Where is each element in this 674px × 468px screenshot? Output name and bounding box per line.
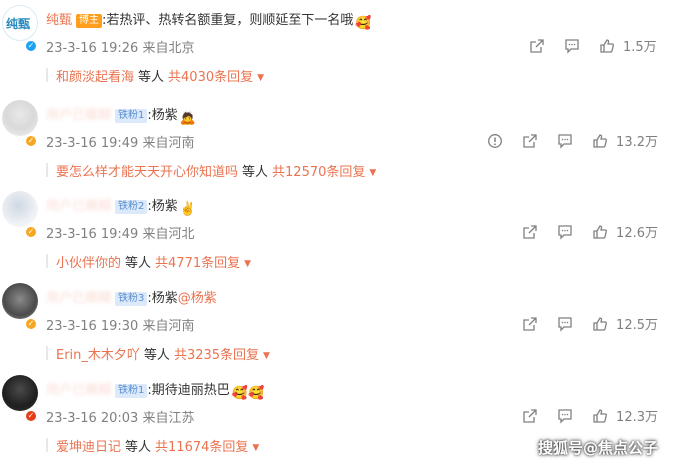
username[interactable]: 用户已模糊 bbox=[46, 291, 111, 306]
reply-others-label: 等人 bbox=[125, 440, 152, 455]
reply-others-label: 等人 bbox=[125, 256, 152, 271]
fan-level-tag: 铁粉1 bbox=[115, 384, 148, 398]
comment-content: 用户已模糊 铁粉1:期待迪丽热巴 🥰🥰 bbox=[46, 382, 264, 402]
avatar[interactable] bbox=[2, 191, 38, 227]
comment-text: :杨紫 bbox=[147, 108, 178, 123]
comment-text: :期待迪丽热巴 bbox=[147, 383, 230, 398]
reply-summary[interactable]: Erin_木木夕吖 等人 共3235条回复 ▼ bbox=[46, 344, 270, 363]
comment-icon[interactable] bbox=[564, 38, 580, 54]
comment-item: ✓ 用户已模糊 铁粉3:杨紫@杨紫 23-3-16 19:30 来自河南 12.5… bbox=[0, 278, 674, 370]
like-count: 12.5万 bbox=[616, 318, 658, 333]
comment-actions: 1.5万 bbox=[510, 36, 658, 55]
reply-summary[interactable]: 和颜淡起看海 等人 共4030条回复 ▼ bbox=[46, 66, 264, 85]
comment-actions: 12.3万 bbox=[503, 406, 658, 425]
reply-summary[interactable]: 小伙伴你的 等人 共4771条回复 ▼ bbox=[46, 252, 251, 271]
verified-badge-icon: ✓ bbox=[25, 318, 37, 330]
reply-others-label: 等人 bbox=[242, 165, 269, 180]
comment-content: 纯甄 博主:若热评、热转名额重复，则顺延至下一名哦 🥰 bbox=[46, 12, 372, 32]
smiling-face-emoji-icon: 🥰 bbox=[355, 16, 372, 31]
verified-badge-icon: ✓ bbox=[25, 410, 37, 422]
comment-text: :若热评、热转名额重复，则顺延至下一名哦 bbox=[102, 13, 354, 28]
comment-content: 用户已模糊 铁粉1:杨紫 🙇 bbox=[46, 107, 196, 127]
comment-text: :杨紫 bbox=[147, 199, 178, 214]
avatar[interactable]: 纯甄 bbox=[2, 5, 38, 41]
share-icon[interactable] bbox=[522, 408, 538, 424]
chevron-down-icon[interactable]: ▼ bbox=[263, 351, 270, 361]
like-count: 12.3万 bbox=[616, 410, 658, 425]
reply-count[interactable]: 共4030条回复 bbox=[168, 70, 253, 85]
reply-username[interactable]: 要怎么样才能天天开心你知道吗 bbox=[56, 165, 238, 180]
avatar[interactable] bbox=[2, 283, 38, 319]
comment-icon[interactable] bbox=[557, 316, 573, 332]
chevron-down-icon[interactable]: ▼ bbox=[257, 73, 264, 83]
comment-meta: 23-3-16 19:49 来自河南 bbox=[46, 136, 195, 151]
comment-item: ✓ 用户已模糊 铁粉1:杨紫 🙇 23-3-16 19:49 来自河南 13.2万 … bbox=[0, 95, 674, 187]
like-icon[interactable] bbox=[599, 38, 615, 54]
fan-level-tag: 铁粉3 bbox=[115, 292, 148, 306]
report-icon[interactable] bbox=[487, 133, 503, 149]
chevron-down-icon[interactable]: ▼ bbox=[369, 168, 376, 178]
like-count: 1.5万 bbox=[623, 40, 657, 55]
reply-summary[interactable]: 爱坤迪日记 等人 共11674条回复 ▼ bbox=[46, 436, 259, 455]
author-tag: 博主 bbox=[76, 14, 103, 28]
reply-count[interactable]: 共4771条回复 bbox=[155, 256, 240, 271]
comment-actions: 12.5万 bbox=[503, 314, 658, 333]
reply-count[interactable]: 共12570条回复 bbox=[272, 165, 365, 180]
share-icon[interactable] bbox=[529, 38, 545, 54]
fan-level-tag: 铁粉2 bbox=[115, 200, 148, 214]
chevron-down-icon[interactable]: ▼ bbox=[244, 259, 251, 269]
username[interactable]: 用户已模糊 bbox=[46, 383, 111, 398]
chevron-down-icon[interactable]: ▼ bbox=[252, 443, 259, 453]
reply-others-label: 等人 bbox=[143, 348, 170, 363]
reply-count[interactable]: 共11674条回复 bbox=[155, 440, 248, 455]
reply-username[interactable]: 爱坤迪日记 bbox=[56, 440, 121, 455]
reply-count[interactable]: 共3235条回复 bbox=[174, 348, 259, 363]
comment-text: :杨紫 bbox=[147, 291, 178, 306]
like-count: 12.6万 bbox=[616, 226, 658, 241]
like-icon[interactable] bbox=[592, 408, 608, 424]
reply-others-label: 等人 bbox=[138, 70, 165, 85]
comment-meta: 23-3-16 19:26 来自北京 bbox=[46, 41, 195, 56]
username[interactable]: 用户已模糊 bbox=[46, 199, 111, 214]
avatar[interactable] bbox=[2, 375, 38, 411]
comment-meta: 23-3-16 19:49 来自河北 bbox=[46, 227, 195, 242]
comment-item: ✓ 用户已模糊 铁粉2:杨紫 ✌️ 23-3-16 19:49 来自河北 12.6万… bbox=[0, 186, 674, 278]
mention-link[interactable]: @杨紫 bbox=[178, 291, 217, 306]
username[interactable]: 纯甄 bbox=[46, 13, 72, 28]
avatar[interactable] bbox=[2, 100, 38, 136]
comment-item: 纯甄 ✓ 纯甄 博主:若热评、热转名额重复，则顺延至下一名哦 🥰 23-3-16 1… bbox=[0, 0, 674, 92]
comment-content: 用户已模糊 铁粉2:杨紫 ✌️ bbox=[46, 198, 196, 218]
victory-hand-emoji-icon: ✌️ bbox=[179, 202, 196, 217]
verified-badge-icon: ✓ bbox=[25, 40, 37, 52]
comment-actions: 13.2万 bbox=[468, 131, 658, 150]
comment-meta: 23-3-16 19:30 来自河南 bbox=[46, 319, 195, 334]
avatar-logo: 纯甄 bbox=[6, 17, 31, 31]
like-icon[interactable] bbox=[592, 316, 608, 332]
bowing-emoji-icon: 🙇 bbox=[179, 111, 196, 126]
like-count: 13.2万 bbox=[616, 135, 658, 150]
watermark: 搜狐号@焦点公子 bbox=[537, 439, 658, 457]
reply-username[interactable]: 和颜淡起看海 bbox=[56, 70, 134, 85]
verified-badge-icon: ✓ bbox=[25, 226, 37, 238]
like-icon[interactable] bbox=[592, 133, 608, 149]
reply-username[interactable]: Erin_木木夕吖 bbox=[56, 348, 140, 363]
comment-actions: 12.6万 bbox=[503, 222, 658, 241]
share-icon[interactable] bbox=[522, 224, 538, 240]
reply-summary[interactable]: 要怎么样才能天天开心你知道吗 等人 共12570条回复 ▼ bbox=[46, 161, 376, 180]
comment-icon[interactable] bbox=[557, 133, 573, 149]
like-icon[interactable] bbox=[592, 224, 608, 240]
verified-badge-icon: ✓ bbox=[25, 135, 37, 147]
comment-meta: 23-3-16 20:03 来自江苏 bbox=[46, 411, 195, 426]
smiling-face-emoji-icon: 🥰🥰 bbox=[231, 386, 265, 401]
comment-icon[interactable] bbox=[557, 224, 573, 240]
comment-icon[interactable] bbox=[557, 408, 573, 424]
reply-username[interactable]: 小伙伴你的 bbox=[56, 256, 121, 271]
share-icon[interactable] bbox=[522, 316, 538, 332]
fan-level-tag: 铁粉1 bbox=[115, 109, 148, 123]
share-icon[interactable] bbox=[522, 133, 538, 149]
comment-content: 用户已模糊 铁粉3:杨紫@杨紫 bbox=[46, 290, 217, 308]
username[interactable]: 用户已模糊 bbox=[46, 108, 111, 123]
